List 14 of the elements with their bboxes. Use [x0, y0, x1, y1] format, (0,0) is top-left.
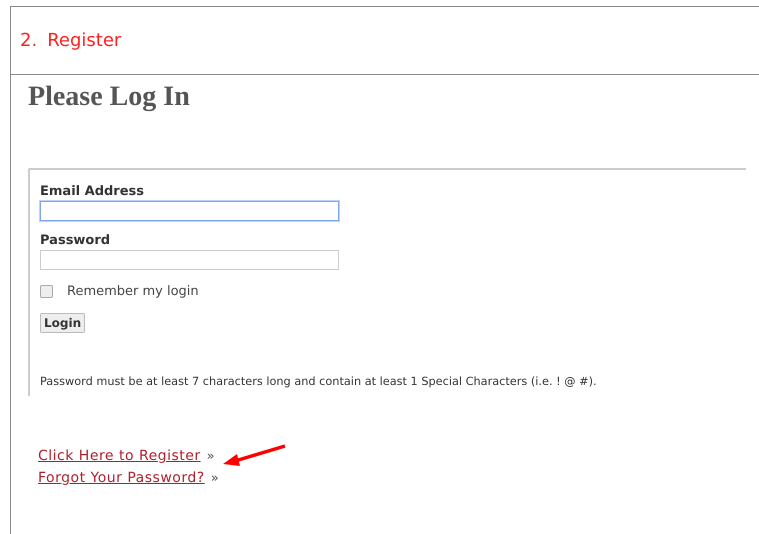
field-label: Password [40, 233, 110, 248]
checkbox-label: Remember my login [67, 284, 199, 299]
input-field[interactable] [40, 201, 339, 221]
page-heading: Please Log In [28, 81, 190, 113]
checkbox[interactable] [40, 285, 53, 298]
login-button[interactable]: Login [40, 313, 86, 333]
input-field[interactable] [40, 250, 339, 270]
step-title: 2. Register [20, 30, 122, 51]
chevron-text: » [206, 448, 215, 464]
link[interactable]: Forgot Your Password? [38, 470, 205, 486]
field-label: Email Address [40, 184, 144, 199]
chevron-text: » [210, 470, 219, 486]
link[interactable]: Click Here to Register [38, 448, 201, 464]
password-hint: Password must be at least 7 characters long and contain at least 1 Special Characters (i.e. ! @ #). [40, 375, 597, 388]
